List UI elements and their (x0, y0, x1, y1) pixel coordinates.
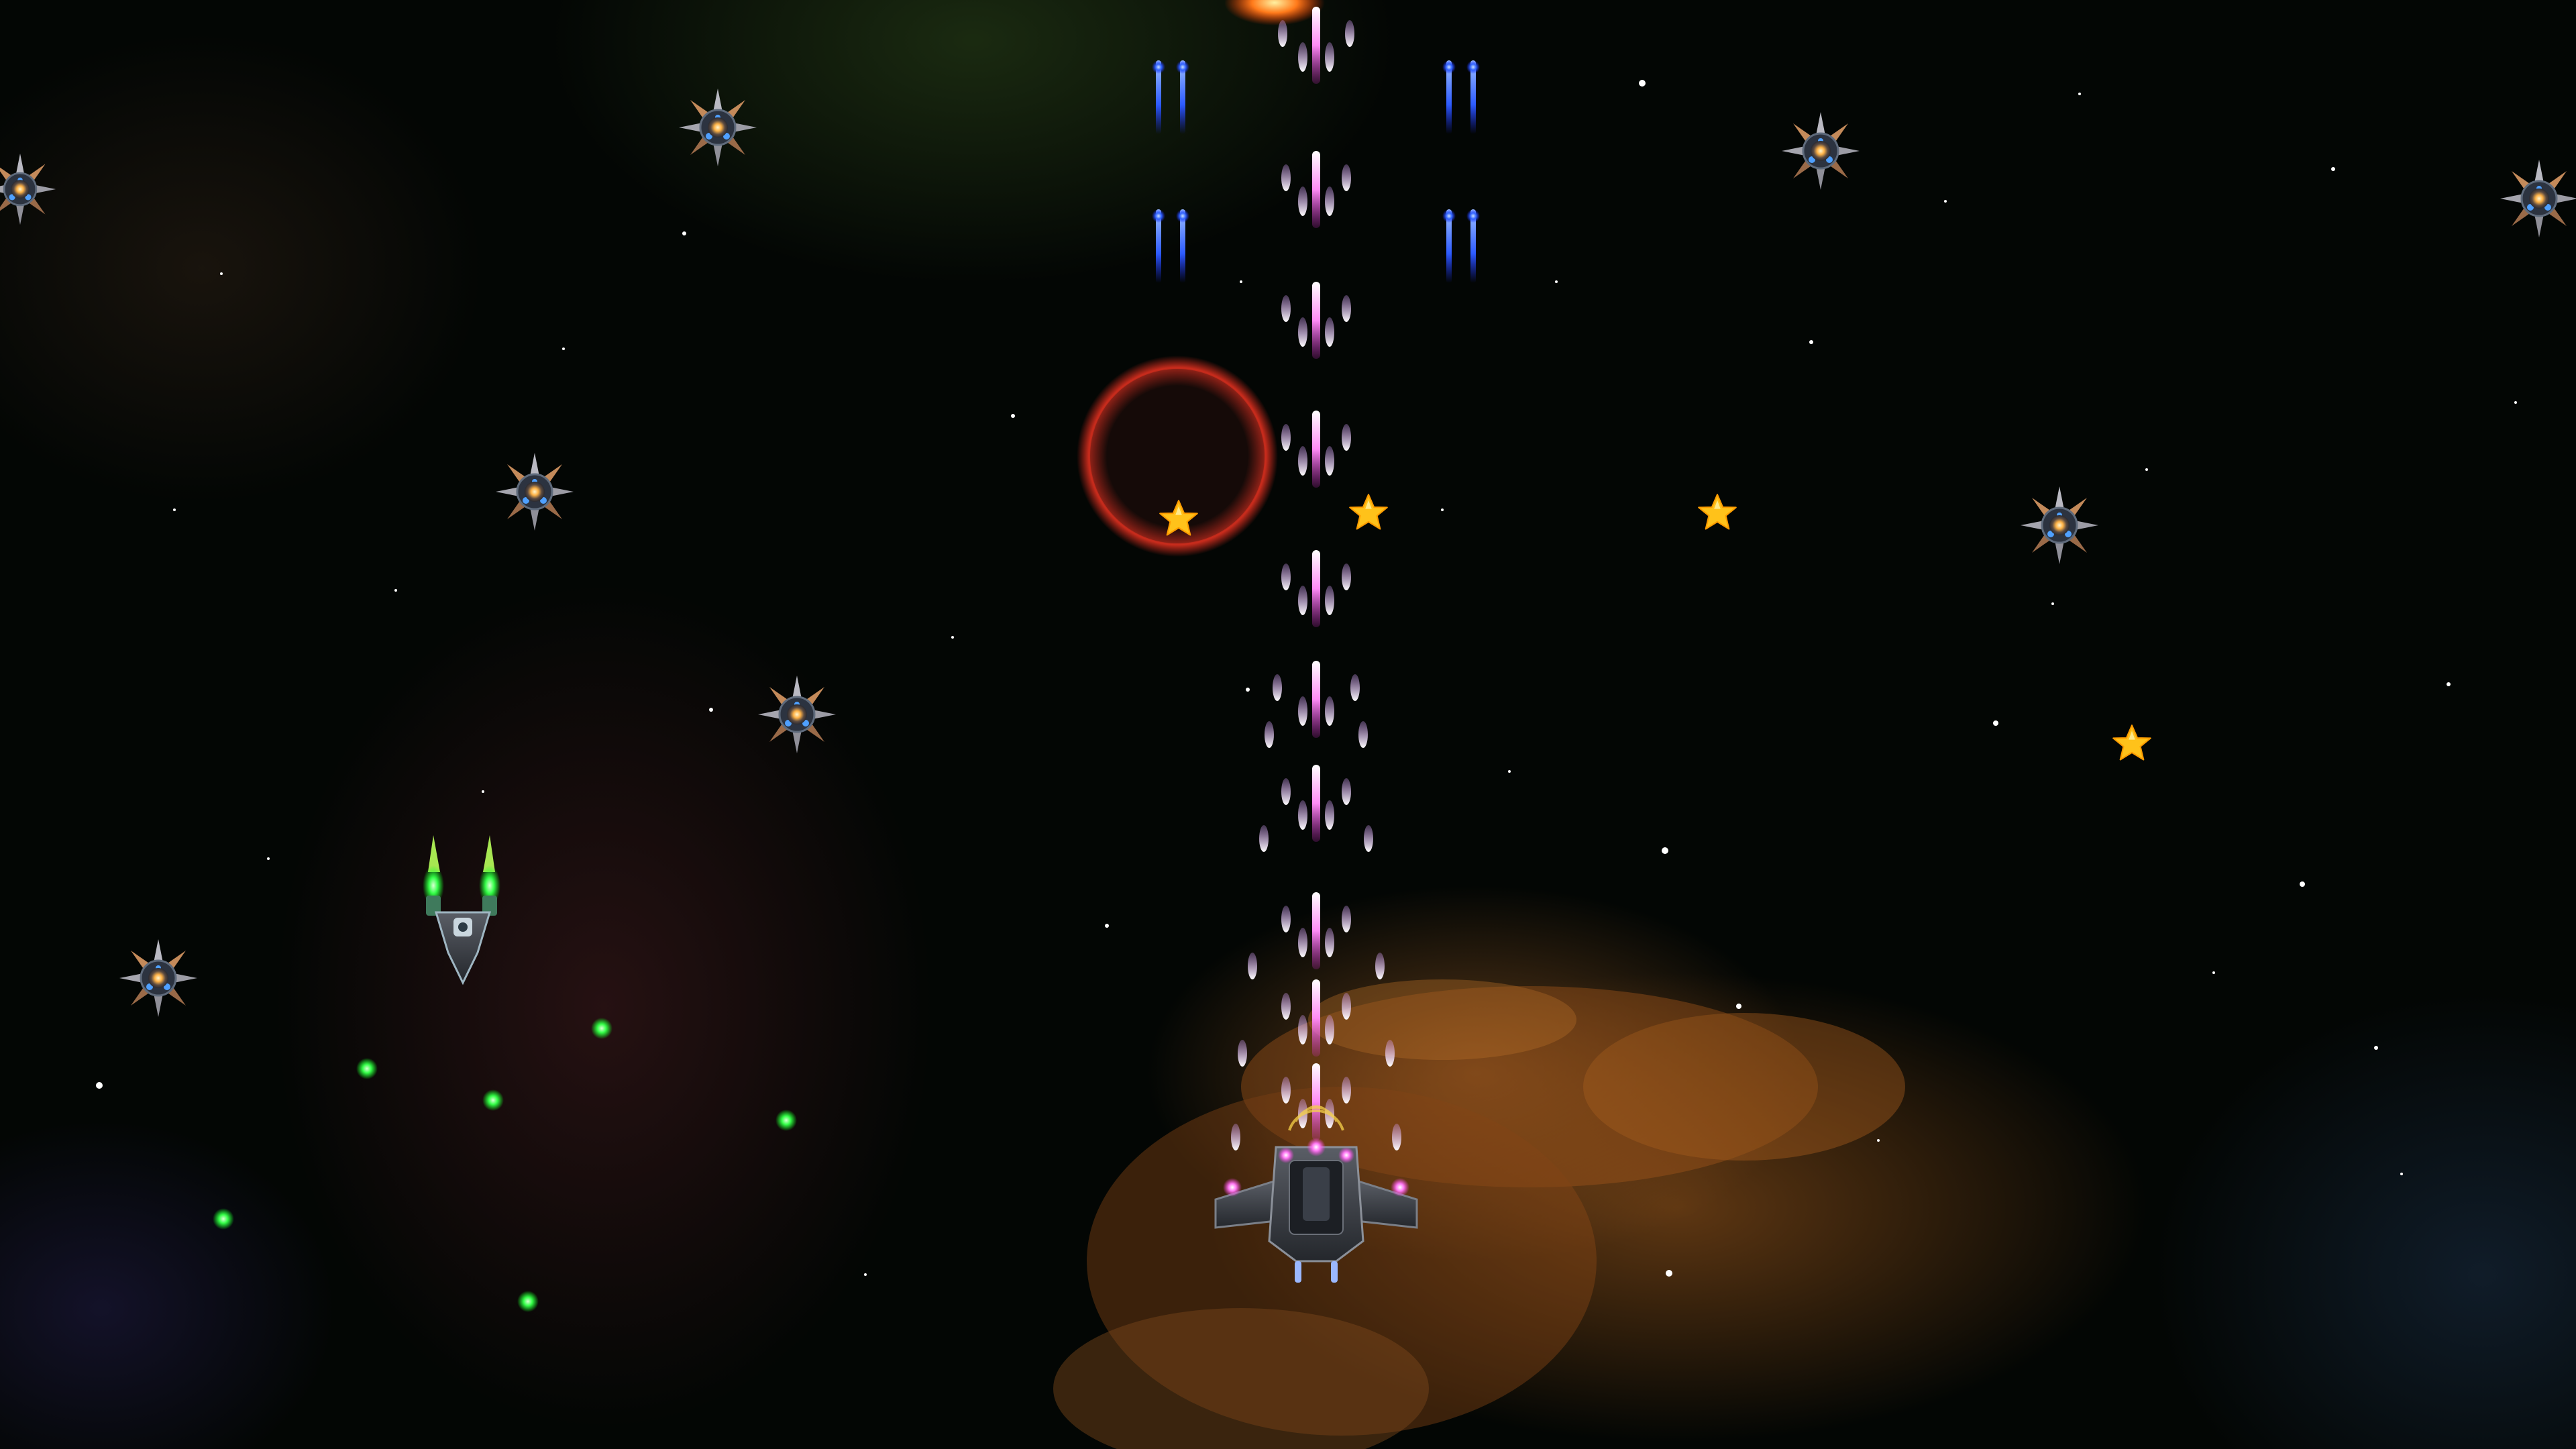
spiked-mine-icon (494, 451, 575, 532)
player-laser-bolt (1345, 20, 1354, 47)
spiked-mine-icon (2499, 158, 2576, 239)
player-laser-volley (1281, 550, 1351, 627)
player-laser-bolt (1342, 424, 1351, 451)
player-laser-bolt (1342, 906, 1351, 932)
player-laser-bolt (1312, 151, 1320, 228)
player-laser-bolt (1298, 928, 1307, 957)
enemy-green-bullets (213, 1018, 797, 1312)
player-laser-bolt (1248, 953, 1257, 979)
player-laser-bolt (1312, 7, 1320, 84)
enemy-mines (0, 87, 2576, 1018)
player-laser-volley (1281, 411, 1351, 488)
player-laser-bolt (1231, 1124, 1240, 1150)
player-laser-bolt (1281, 164, 1291, 191)
player-laser-bolt (1358, 721, 1368, 748)
player-laser-bolt (1298, 42, 1307, 72)
playfield (0, 0, 2576, 1449)
game-viewport[interactable] (0, 0, 2576, 1449)
player-laser-bolt (1342, 778, 1351, 805)
player-laser-bolt (1312, 1063, 1320, 1140)
player-laser-bolt (1325, 586, 1334, 615)
player-laser-bolt (1298, 446, 1307, 476)
player-laser-bolt (1325, 696, 1334, 726)
player-laser-volley (1281, 151, 1351, 228)
player-laser-bolt (1312, 550, 1320, 627)
player-laser-bolt (1325, 928, 1334, 957)
enemy-fighter (423, 835, 500, 985)
player-laser-volleys (1231, 7, 1401, 1150)
player-laser-bolt (1342, 564, 1351, 590)
player-laser-bolt (1325, 186, 1334, 216)
player-laser-bolt (1342, 295, 1351, 322)
player-laser-bolt (1392, 1124, 1401, 1150)
player-laser-bolt (1312, 411, 1320, 488)
player-laser-bolt (1385, 1040, 1395, 1067)
player-laser-bolt (1312, 282, 1320, 359)
spiked-mine-icon (118, 938, 199, 1018)
star-pickup-icon (1349, 494, 1388, 530)
player-laser-bolt (1312, 765, 1320, 842)
player-laser-bolt (1281, 295, 1291, 322)
player-laser-bolt (1259, 825, 1269, 852)
player-laser-volley (1259, 765, 1373, 852)
player-laser-bolt (1298, 586, 1307, 615)
player-laser-bolt (1325, 446, 1334, 476)
player-laser-bolt (1281, 906, 1291, 932)
player-laser-bolt (1342, 1077, 1351, 1104)
player-laser-bolt (1350, 674, 1360, 701)
player-laser-bolt (1298, 800, 1307, 830)
player-laser-bolt (1281, 778, 1291, 805)
star-pickup-icon (1698, 494, 1737, 530)
player-laser-volley (1248, 892, 1385, 979)
star-pickups (1159, 494, 2151, 761)
spiked-mine-icon (1780, 111, 1861, 191)
player-laser-bolt (1325, 42, 1334, 72)
player-laser-bolt (1325, 1015, 1334, 1044)
player-laser-bolt (1298, 696, 1307, 726)
player-laser-bolt (1238, 1040, 1247, 1067)
player-laser-bolt (1375, 953, 1385, 979)
player-laser-bolt (1281, 1077, 1291, 1104)
player-laser-bolt (1298, 317, 1307, 347)
player-laser-bolt (1281, 993, 1291, 1020)
player-laser-bolt (1312, 661, 1320, 738)
explosion-effect (1224, 0, 1325, 25)
spiked-mine-icon (757, 674, 837, 755)
player-laser-bolt (1325, 317, 1334, 347)
player-laser-bolt (1342, 164, 1351, 191)
player-laser-bolt (1364, 825, 1373, 852)
orange-nebula-cloud (1053, 979, 1905, 1449)
star-pickup-icon (2112, 724, 2151, 761)
player-laser-volley (1281, 282, 1351, 359)
player-laser-bolt (1265, 721, 1274, 748)
spiked-mine-icon (678, 87, 758, 168)
player-laser-bolt (1312, 892, 1320, 969)
player-laser-bolt (1342, 993, 1351, 1020)
spiked-mine-icon (2019, 485, 2100, 566)
player-laser-bolt (1278, 20, 1287, 47)
player-laser-bolt (1312, 979, 1320, 1057)
player-laser-bolt (1273, 674, 1282, 701)
player-laser-bolt (1298, 1015, 1307, 1044)
player-laser-bolt (1281, 424, 1291, 451)
player-laser-bolt (1281, 564, 1291, 590)
spiked-mine-icon (0, 152, 57, 226)
player-laser-bolt (1298, 186, 1307, 216)
player-laser-volley (1265, 661, 1368, 748)
player-laser-bolt (1325, 800, 1334, 830)
